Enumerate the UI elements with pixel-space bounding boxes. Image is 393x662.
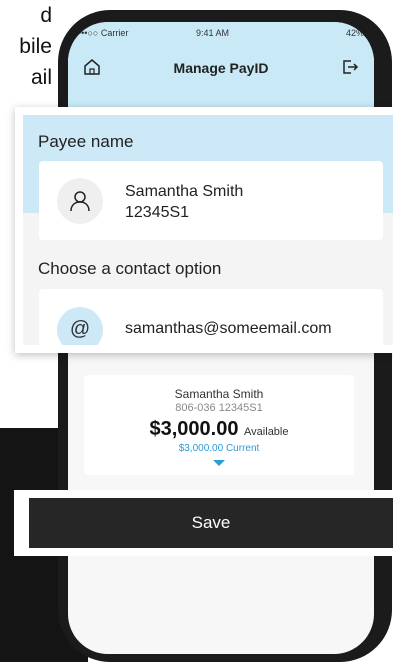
payee-account: 12345S1 [125, 204, 190, 221]
current-balance: $3,000.00 Current [178, 443, 260, 454]
save-button[interactable]: Save [29, 498, 393, 548]
background-copy-line: ail [30, 66, 52, 89]
account-holder-name: Samantha Smith [174, 387, 264, 401]
payee-card[interactable]: Samantha Smith 12345S1 [39, 161, 383, 240]
status-bar: •••○○ Carrier 9:41 AM 42% [68, 22, 374, 44]
chevron-down-icon[interactable] [213, 460, 225, 466]
logout-icon[interactable] [340, 57, 360, 77]
available-balance: $3,000.00 Available [84, 418, 354, 441]
page-title: Manage PayID [173, 60, 269, 76]
contact-email: samanthas@someemail.com [125, 320, 332, 337]
payee-name-label: Payee name [38, 132, 134, 151]
background-copy-line: bile [19, 35, 52, 58]
avatar [57, 178, 103, 224]
person-icon [70, 191, 90, 212]
battery-level: 42% [345, 28, 364, 38]
available-label: Available [244, 426, 289, 438]
available-amount: $3,000.00 [149, 418, 239, 440]
account-number: 806-036 12345S1 [175, 402, 263, 414]
at-sign-icon: @ [57, 307, 103, 345]
account-card[interactable]: Samantha Smith 806-036 12345S1 $3,000.00… [84, 375, 354, 475]
contact-option-label: Choose a contact option [38, 259, 222, 278]
save-callout: Save [14, 490, 393, 556]
contact-option-email[interactable]: @ samanthas@someemail.com [39, 289, 383, 345]
payee-name: Samantha Smith [125, 183, 244, 200]
background-copy-line: d [40, 4, 52, 27]
payee-details-callout: Payee name Samantha Smith 12345S1 Choose… [15, 107, 393, 353]
background-copy-text: d bile ail [0, 0, 52, 93]
carrier-label: •••○○ Carrier [78, 28, 129, 38]
clock: 9:41 AM [196, 28, 230, 38]
